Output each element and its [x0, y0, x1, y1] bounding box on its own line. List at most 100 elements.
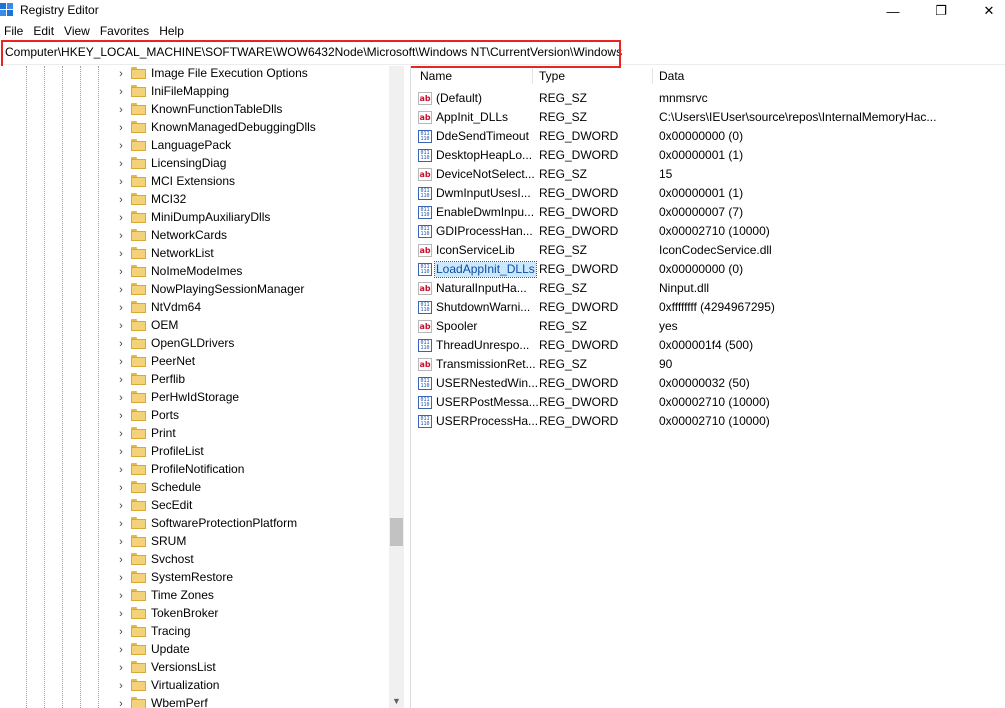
- value-name[interactable]: Spooler: [435, 319, 478, 334]
- tree-scrollbar-thumb[interactable]: [390, 518, 403, 546]
- chevron-right-icon[interactable]: ›: [116, 500, 126, 512]
- table-row[interactable]: ab TransmissionRet... REG_SZ 90: [412, 355, 1005, 374]
- tree-item[interactable]: › Schedule: [0, 479, 390, 497]
- value-name[interactable]: LoadAppInit_DLLs: [434, 261, 537, 278]
- menu-edit[interactable]: Edit: [29, 22, 60, 40]
- table-row[interactable]: ab NaturalInputHa... REG_SZ Ninput.dll: [412, 279, 1005, 298]
- address-path[interactable]: Computer\HKEY_LOCAL_MACHINE\SOFTWARE\WOW…: [5, 45, 622, 59]
- chevron-right-icon[interactable]: ›: [116, 248, 126, 260]
- table-row[interactable]: 011 110 USERPostMessa... REG_DWORD 0x0000271…: [412, 393, 1005, 412]
- tree-scrollbar[interactable]: ▼: [389, 66, 404, 708]
- value-name[interactable]: AppInit_DLLs: [435, 110, 509, 125]
- column-separator[interactable]: [652, 68, 653, 84]
- chevron-right-icon[interactable]: ›: [116, 482, 126, 494]
- tree-item[interactable]: › PerHwIdStorage: [0, 389, 390, 407]
- tree-item[interactable]: › SecEdit: [0, 497, 390, 515]
- tree-item[interactable]: › LanguagePack: [0, 137, 390, 155]
- table-row[interactable]: 011 110 USERProcessHa... REG_DWORD 0x0000271…: [412, 412, 1005, 431]
- table-row[interactable]: ab Spooler REG_SZ yes: [412, 317, 1005, 336]
- column-header-type[interactable]: Type: [539, 66, 565, 86]
- chevron-right-icon[interactable]: ›: [116, 140, 126, 152]
- chevron-right-icon[interactable]: ›: [116, 266, 126, 278]
- value-name[interactable]: USERPostMessa...: [435, 395, 540, 410]
- tree-item[interactable]: › Virtualization: [0, 677, 390, 695]
- tree-item[interactable]: › ProfileList: [0, 443, 390, 461]
- chevron-right-icon[interactable]: ›: [116, 356, 126, 368]
- tree-item[interactable]: › Tracing: [0, 623, 390, 641]
- chevron-right-icon[interactable]: ›: [116, 590, 126, 602]
- tree-item[interactable]: › MCI32: [0, 191, 390, 209]
- chevron-right-icon[interactable]: ›: [116, 284, 126, 296]
- close-button[interactable]: ✕: [966, 0, 1005, 22]
- tree-item[interactable]: › OpenGLDrivers: [0, 335, 390, 353]
- column-header-data[interactable]: Data: [659, 66, 684, 86]
- tree-item[interactable]: › NoImeModeImes: [0, 263, 390, 281]
- chevron-right-icon[interactable]: ›: [116, 554, 126, 566]
- value-name[interactable]: EnableDwmInpu...: [435, 205, 535, 220]
- tree-item[interactable]: › Perflib: [0, 371, 390, 389]
- table-row[interactable]: 011 110 ThreadUnrespo... REG_DWORD 0x000001f…: [412, 336, 1005, 355]
- column-header-name[interactable]: Name: [420, 66, 452, 86]
- address-bar[interactable]: Computer\HKEY_LOCAL_MACHINE\SOFTWARE\WOW…: [0, 40, 1005, 65]
- column-separator[interactable]: [532, 68, 533, 84]
- chevron-right-icon[interactable]: ›: [116, 212, 126, 224]
- value-name[interactable]: DesktopHeapLo...: [435, 148, 533, 163]
- table-row[interactable]: ab (Default) REG_SZ mnmsrvc: [412, 89, 1005, 108]
- tree-item[interactable]: › PeerNet: [0, 353, 390, 371]
- chevron-right-icon[interactable]: ›: [116, 104, 126, 116]
- value-name[interactable]: DeviceNotSelect...: [435, 167, 536, 182]
- table-row[interactable]: 011 110 DesktopHeapLo... REG_DWORD 0x0000000…: [412, 146, 1005, 165]
- table-row[interactable]: ab IconServiceLib REG_SZ IconCodecService.d…: [412, 241, 1005, 260]
- tree-item[interactable]: › NtVdm64: [0, 299, 390, 317]
- table-row[interactable]: 011 110 LoadAppInit_DLLs REG_DWORD 0x0000000…: [412, 260, 1005, 279]
- menu-view[interactable]: View: [60, 22, 96, 40]
- table-row[interactable]: 011 110 USERNestedWin... REG_DWORD 0x0000003…: [412, 374, 1005, 393]
- tree-item[interactable]: › SRUM: [0, 533, 390, 551]
- value-name[interactable]: ThreadUnrespo...: [435, 338, 530, 353]
- chevron-right-icon[interactable]: ›: [116, 572, 126, 584]
- tree-item[interactable]: › LicensingDiag: [0, 155, 390, 173]
- tree-item[interactable]: › KnownManagedDebuggingDlls: [0, 119, 390, 137]
- minimize-button[interactable]: —: [870, 0, 916, 22]
- tree-item[interactable]: › WbemPerf: [0, 695, 390, 708]
- chevron-right-icon[interactable]: ›: [116, 320, 126, 332]
- menu-file[interactable]: File: [0, 22, 29, 40]
- tree-item[interactable]: › VersionsList: [0, 659, 390, 677]
- chevron-right-icon[interactable]: ›: [116, 680, 126, 692]
- value-name[interactable]: DwmInputUsesI...: [435, 186, 532, 201]
- chevron-right-icon[interactable]: ›: [116, 518, 126, 530]
- tree-item[interactable]: › Image File Execution Options: [0, 66, 390, 83]
- tree-item[interactable]: › KnownFunctionTableDlls: [0, 101, 390, 119]
- table-row[interactable]: 011 110 ShutdownWarni... REG_DWORD 0xfffffff…: [412, 298, 1005, 317]
- value-name[interactable]: GDIProcessHan...: [435, 224, 534, 239]
- chevron-right-icon[interactable]: ›: [116, 428, 126, 440]
- chevron-right-icon[interactable]: ›: [116, 698, 126, 708]
- menu-help[interactable]: Help: [155, 22, 190, 40]
- tree-item[interactable]: › SoftwareProtectionPlatform: [0, 515, 390, 533]
- value-name[interactable]: NaturalInputHa...: [435, 281, 528, 296]
- chevron-right-icon[interactable]: ›: [116, 68, 126, 80]
- scroll-down-icon[interactable]: ▼: [389, 694, 404, 708]
- chevron-right-icon[interactable]: ›: [116, 230, 126, 242]
- table-row[interactable]: 011 110 GDIProcessHan... REG_DWORD 0x0000271…: [412, 222, 1005, 241]
- table-row[interactable]: 011 110 DdeSendTimeout REG_DWORD 0x00000000 …: [412, 127, 1005, 146]
- restore-button[interactable]: ❐: [918, 0, 964, 22]
- chevron-right-icon[interactable]: ›: [116, 194, 126, 206]
- chevron-right-icon[interactable]: ›: [116, 86, 126, 98]
- value-name[interactable]: USERProcessHa...: [435, 414, 539, 429]
- chevron-right-icon[interactable]: ›: [116, 392, 126, 404]
- menu-favorites[interactable]: Favorites: [96, 22, 155, 40]
- tree-item[interactable]: › MiniDumpAuxiliaryDlls: [0, 209, 390, 227]
- value-name[interactable]: (Default): [435, 91, 483, 106]
- tree-item[interactable]: › Print: [0, 425, 390, 443]
- chevron-right-icon[interactable]: ›: [116, 626, 126, 638]
- table-row[interactable]: ab DeviceNotSelect... REG_SZ 15: [412, 165, 1005, 184]
- chevron-right-icon[interactable]: ›: [116, 464, 126, 476]
- chevron-right-icon[interactable]: ›: [116, 662, 126, 674]
- value-name[interactable]: IconServiceLib: [435, 243, 516, 258]
- chevron-right-icon[interactable]: ›: [116, 644, 126, 656]
- value-name[interactable]: ShutdownWarni...: [435, 300, 531, 315]
- value-name[interactable]: DdeSendTimeout: [435, 129, 530, 144]
- tree-item[interactable]: › OEM: [0, 317, 390, 335]
- tree-item[interactable]: › MCI Extensions: [0, 173, 390, 191]
